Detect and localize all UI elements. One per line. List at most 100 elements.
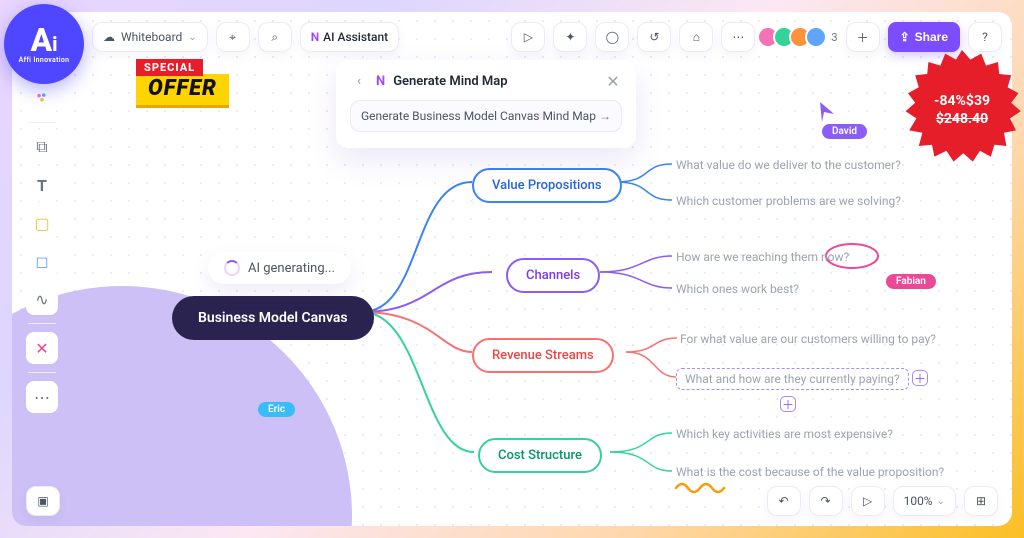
mindmap-leaf[interactable]: How are we reaching them now?: [676, 250, 849, 264]
search-button[interactable]: ⌕: [258, 22, 292, 52]
frame-icon: ⧉: [36, 137, 47, 157]
shape-icon: ◻: [35, 252, 48, 271]
avatar-extra-count: 3: [831, 31, 837, 44]
ai-logo-icon: N: [311, 30, 319, 44]
branch-label: Cost Structure: [498, 448, 582, 463]
text-icon: T: [37, 176, 47, 195]
share-label: Share: [915, 30, 948, 44]
more-button[interactable]: ⋯: [721, 22, 755, 52]
back-button[interactable]: ‹: [350, 72, 368, 90]
magic-tool[interactable]: ✕: [26, 332, 58, 364]
avatar-stack[interactable]: 3: [763, 26, 837, 48]
ai-assistant-label: AI Assistant: [323, 30, 388, 44]
offer-special: SPECIAL: [136, 59, 203, 76]
palette-icon: [35, 91, 49, 105]
search-icon: ⌕: [271, 30, 278, 45]
sticky-tool[interactable]: ▢: [26, 207, 58, 239]
share-button[interactable]: ⇪ Share: [888, 22, 960, 52]
tag-button[interactable]: ⌖: [216, 22, 250, 52]
avatar: [805, 26, 827, 48]
zoom-value: 100%: [904, 494, 933, 508]
status-text: AI generating...: [248, 261, 335, 276]
mindmap-leaf[interactable]: Which ones work best?: [676, 282, 799, 296]
fit-view-button[interactable]: ⊞: [964, 486, 998, 516]
chevron-down-icon: ⌄: [937, 496, 945, 507]
color-tool[interactable]: [26, 82, 58, 114]
generate-input[interactable]: Generate Business Model Canvas Mind Map …: [350, 100, 622, 132]
magic-icon: ✕: [35, 339, 48, 358]
undo-icon: ↶: [779, 494, 789, 508]
submit-arrow-icon[interactable]: →: [599, 109, 611, 123]
add-child-button[interactable]: ＋: [780, 396, 796, 412]
comment-icon: ◯: [606, 30, 619, 44]
mindmap-root[interactable]: Business Model Canvas: [172, 296, 374, 340]
book-icon: ⊞: [976, 494, 986, 508]
comment-button[interactable]: ◯: [595, 22, 629, 52]
shape-tool[interactable]: ◻: [26, 245, 58, 277]
branch-label: Channels: [526, 268, 580, 283]
mindmap-leaf[interactable]: What value do we deliver to the customer…: [676, 158, 901, 172]
close-icon: ✕: [606, 72, 619, 91]
mindmap-leaf[interactable]: What is the cost because of the value pr…: [676, 465, 944, 479]
redo-icon: ↷: [821, 494, 831, 508]
price-was: $248.40: [936, 111, 988, 127]
mindmap-branch[interactable]: Revenue Streams: [472, 338, 614, 373]
history-button[interactable]: ↺: [637, 22, 671, 52]
play-icon: ▷: [524, 30, 533, 44]
mindmap-leaf[interactable]: Which customer problems are we solving?: [676, 194, 901, 208]
add-user-icon: ＋: [857, 29, 869, 46]
mindmap-leaf[interactable]: Which key activities are most expensive?: [676, 427, 893, 441]
cursor-icon: ▷: [863, 494, 872, 508]
mindmap-leaf-selected[interactable]: What and how are they currently paying?: [676, 368, 909, 390]
separator: [28, 323, 56, 324]
frame-tool[interactable]: ⧉: [26, 131, 58, 163]
share-icon: ⇪: [900, 30, 910, 44]
user-cursor-eric: Eric: [258, 402, 295, 417]
mindmap-branch[interactable]: Value Propositions: [472, 168, 622, 203]
context-selector[interactable]: ☁︎ Whiteboard ⌄: [92, 22, 208, 52]
spinner-icon: [224, 260, 240, 276]
discount-percent: -84%: [934, 93, 966, 109]
confetti-button[interactable]: ✦: [553, 22, 587, 52]
panel-logo-icon: N: [376, 74, 385, 89]
sticky-icon: ▢: [34, 214, 49, 233]
tool-sidebar: ⧉ T ▢ ◻ ∿ ✕ ⋯: [26, 82, 58, 413]
add-user-button[interactable]: ＋: [846, 22, 880, 52]
ai-assistant-button[interactable]: N AI Assistant: [300, 22, 400, 52]
pen-icon: ∿: [35, 290, 48, 309]
mindmap-leaf[interactable]: For what value are our customers willing…: [680, 332, 936, 346]
minimap-button[interactable]: ▣: [26, 486, 60, 516]
root-label: Business Model Canvas: [198, 310, 348, 326]
price-now: $39: [966, 93, 990, 109]
bottom-bar: ↶ ↷ ▷ 100% ⌄ ⊞: [767, 486, 998, 516]
minimap-icon: ▣: [37, 494, 48, 508]
special-offer-sticker: SPECIAL OFFER: [136, 56, 229, 105]
add-sibling-button[interactable]: ＋: [912, 370, 928, 386]
mindmap-branch[interactable]: Cost Structure: [478, 438, 602, 473]
more-icon: ⋯: [732, 30, 744, 44]
user-cursor-fabian: Fabian: [886, 274, 936, 289]
help-button[interactable]: ?: [968, 22, 1002, 52]
close-button[interactable]: ✕: [604, 72, 622, 90]
play-button[interactable]: ▷: [511, 22, 545, 52]
redo-button[interactable]: ↷: [809, 486, 843, 516]
more-tools[interactable]: ⋯: [26, 381, 58, 413]
text-tool[interactable]: T: [26, 169, 58, 201]
pen-tool[interactable]: ∿: [26, 283, 58, 315]
cursor-mode-button[interactable]: ▷: [851, 486, 885, 516]
confetti-icon: ✦: [565, 30, 575, 44]
user-cursor-david: David: [822, 124, 867, 139]
generate-input-value: Generate Business Model Canvas Mind Map: [361, 109, 596, 123]
library-button[interactable]: ⌂: [679, 22, 713, 52]
mindmap-branch[interactable]: Channels: [506, 258, 600, 293]
help-icon: ?: [982, 30, 988, 44]
undo-button[interactable]: ↶: [767, 486, 801, 516]
library-icon: ⌂: [693, 30, 700, 44]
more-icon: ⋯: [34, 388, 50, 407]
chevron-down-icon: ⌄: [188, 32, 196, 43]
zoom-control[interactable]: 100% ⌄: [893, 486, 956, 516]
separator: [28, 372, 56, 373]
chevron-left-icon: ‹: [357, 74, 361, 89]
brand-badge: Ai Affi Innovation: [4, 4, 84, 84]
history-icon: ↺: [649, 30, 659, 44]
